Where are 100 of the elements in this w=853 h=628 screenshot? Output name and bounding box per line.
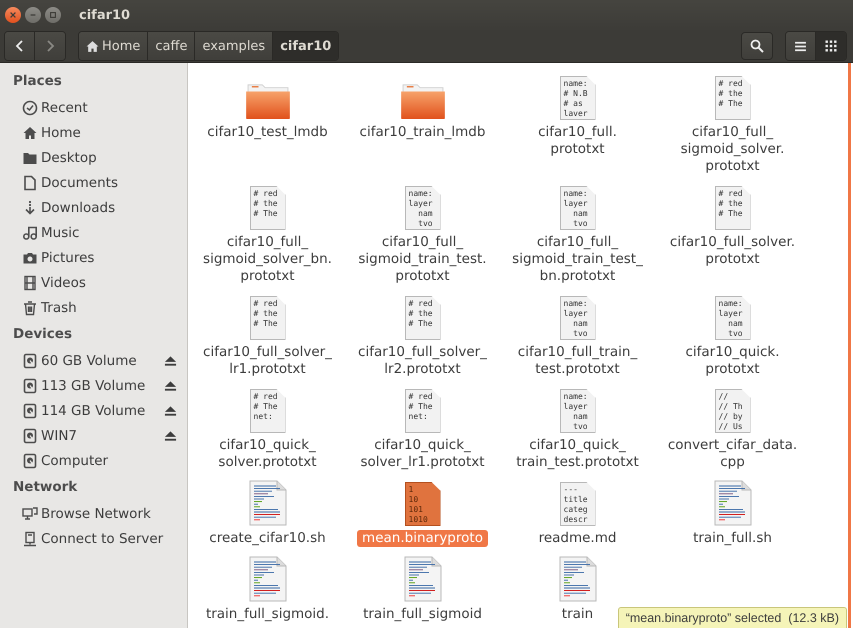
text-file-icon[interactable]: # red # the # The: [250, 296, 286, 340]
eject-icon[interactable]: [164, 404, 177, 416]
file-name[interactable]: cifar10_quick_ train_test.prototxt: [511, 437, 644, 471]
text-file-icon[interactable]: name: layer nam tvo: [714, 296, 750, 340]
script-file-icon[interactable]: [248, 480, 286, 526]
script-file-icon[interactable]: [558, 556, 596, 602]
path-button[interactable]: caffe: [148, 32, 196, 60]
status-tooltip: “mean.binaryproto” selected (12.3 kB): [618, 607, 847, 628]
home-icon: [22, 124, 38, 140]
file-preview-text: // // Th // by // Us: [718, 392, 744, 432]
file-name[interactable]: train_full.sh: [688, 530, 777, 547]
list-view-button[interactable]: [786, 32, 816, 60]
sidebar-heading: Network: [12, 478, 78, 497]
file-name[interactable]: cifar10_full_ sigmoid_solver. prototxt: [676, 124, 790, 175]
text-file-icon[interactable]: # red # The net:: [404, 389, 440, 433]
sidebar-item[interactable]: Home: [41, 124, 187, 140]
sidebar-item[interactable]: Videos: [41, 274, 187, 290]
clock-icon: [22, 100, 38, 116]
close-button[interactable]: [5, 7, 21, 23]
file-preview-text: name: layer nam tvo: [408, 189, 434, 229]
file-name[interactable]: cifar10_quick_ solver_lr1.prototxt: [355, 437, 490, 471]
file-name[interactable]: cifar10_full_train_ test.prototxt: [512, 344, 642, 378]
sidebar-item[interactable]: Documents: [41, 174, 187, 190]
eject-icon[interactable]: [164, 354, 177, 366]
file-preview-text: # red # The net:: [254, 392, 279, 422]
text-file-icon[interactable]: name: layer nam tvo: [560, 186, 596, 230]
file-name[interactable]: readme.md: [534, 530, 622, 547]
text-file-icon[interactable]: name: layer nam tvo: [560, 389, 596, 433]
sidebar-item[interactable]: 114 GB Volume: [41, 402, 164, 418]
eject-icon[interactable]: [164, 380, 177, 392]
file-name[interactable]: train_full_sigmoid: [358, 606, 487, 623]
sidebar-item[interactable]: Downloads: [41, 200, 187, 216]
sidebar-item[interactable]: 60 GB Volume: [41, 352, 164, 368]
text-file-icon[interactable]: # red # the # The: [714, 76, 750, 120]
text-file-icon[interactable]: # red # The net:: [250, 389, 286, 433]
minimize-button[interactable]: [25, 7, 41, 23]
window-title: cifar10: [79, 8, 130, 22]
file-name[interactable]: cifar10_train_lmdb: [354, 124, 490, 141]
text-file-icon[interactable]: --- title categ descr: [560, 482, 596, 526]
path-button[interactable]: Home: [79, 32, 148, 60]
grid-view-button[interactable]: [816, 32, 846, 60]
document-icon: [22, 174, 38, 190]
chevron-left-icon: [14, 40, 26, 52]
folder-icon[interactable]: [400, 82, 446, 120]
back-button[interactable]: [5, 32, 35, 60]
sidebar-item[interactable]: Trash: [41, 300, 187, 316]
sidebar-item[interactable]: Recent: [41, 100, 187, 116]
search-button[interactable]: [741, 32, 773, 60]
file-preview-text: name: # N.B # as laver: [564, 79, 589, 119]
text-file-icon[interactable]: name: layer nam tvo: [560, 296, 596, 340]
eject-icon[interactable]: [164, 430, 177, 442]
list-icon: [794, 40, 807, 52]
text-file-icon[interactable]: # red # the # The: [250, 186, 286, 230]
scrollbar[interactable]: [848, 63, 851, 628]
text-file-icon[interactable]: # red # the # The: [714, 186, 750, 230]
path-button[interactable]: examples: [195, 32, 274, 60]
maximize-icon: [49, 11, 57, 19]
script-file-icon[interactable]: [714, 480, 752, 526]
text-file-icon[interactable]: // // Th // by // Us: [714, 389, 750, 433]
sidebar-item[interactable]: Computer: [41, 452, 187, 468]
drive-icon: [22, 402, 38, 418]
file-name[interactable]: create_cifar10.sh: [204, 530, 331, 547]
trash-icon: [22, 300, 38, 316]
file-name[interactable]: cifar10_full_ sigmoid_solver_bn. prototxt: [198, 234, 337, 285]
text-file-icon[interactable]: # red # the # The: [404, 296, 440, 340]
file-preview-text: # red # the # The: [718, 79, 744, 109]
maximize-button[interactable]: [45, 7, 61, 23]
file-name[interactable]: cifar10_full_ sigmoid_train_test. prototxt: [353, 234, 492, 285]
file-name[interactable]: train_full_sigmoid.: [200, 606, 334, 623]
network-icon: [22, 506, 38, 522]
file-preview-text: 1 10 101 1010: [408, 485, 429, 525]
file-name[interactable]: cifar10_full_solver_ lr2.prototxt: [353, 344, 492, 378]
file-name[interactable]: train: [556, 606, 598, 623]
path-button[interactable]: cifar10: [273, 32, 338, 60]
file-name[interactable]: cifar10_test_lmdb: [202, 124, 333, 141]
close-icon: [9, 11, 17, 19]
sidebar-item[interactable]: 113 GB Volume: [41, 378, 164, 394]
file-name[interactable]: cifar10_quick_ solver.prototxt: [213, 437, 322, 471]
file-name[interactable]: cifar10_full. prototxt: [533, 124, 622, 158]
file-preview-text: # red # the # The: [254, 189, 279, 219]
sidebar-heading: Places: [12, 72, 63, 91]
file-name[interactable]: cifar10_full_ sigmoid_train_test_ bn.prototxt: [507, 234, 648, 285]
file-name[interactable]: cifar10_full_solver_ lr1.prototxt: [198, 344, 337, 378]
sidebar-item[interactable]: WIN7: [41, 428, 164, 444]
folder-icon[interactable]: [244, 82, 290, 120]
sidebar-item[interactable]: Desktop: [41, 150, 187, 166]
binary-file-icon[interactable]: 1 10 101 1010: [404, 482, 440, 526]
grid-icon: [825, 40, 837, 52]
search-icon: [750, 39, 764, 53]
file-name[interactable]: cifar10_full_solver. prototxt: [664, 234, 800, 268]
script-file-icon[interactable]: [404, 556, 442, 602]
file-name[interactable]: convert_cifar_data. cpp: [662, 437, 802, 471]
script-file-icon[interactable]: [248, 556, 286, 602]
sidebar-item[interactable]: Pictures: [41, 250, 187, 266]
file-name[interactable]: cifar10_quick. prototxt: [680, 344, 785, 378]
text-file-icon[interactable]: name: layer nam tvo: [404, 186, 440, 230]
sidebar-item[interactable]: Music: [41, 224, 187, 240]
text-file-icon[interactable]: name: # N.B # as laver: [560, 76, 596, 120]
sidebar-item[interactable]: Connect to Server: [41, 530, 187, 546]
sidebar-item[interactable]: Browse Network: [41, 506, 187, 522]
